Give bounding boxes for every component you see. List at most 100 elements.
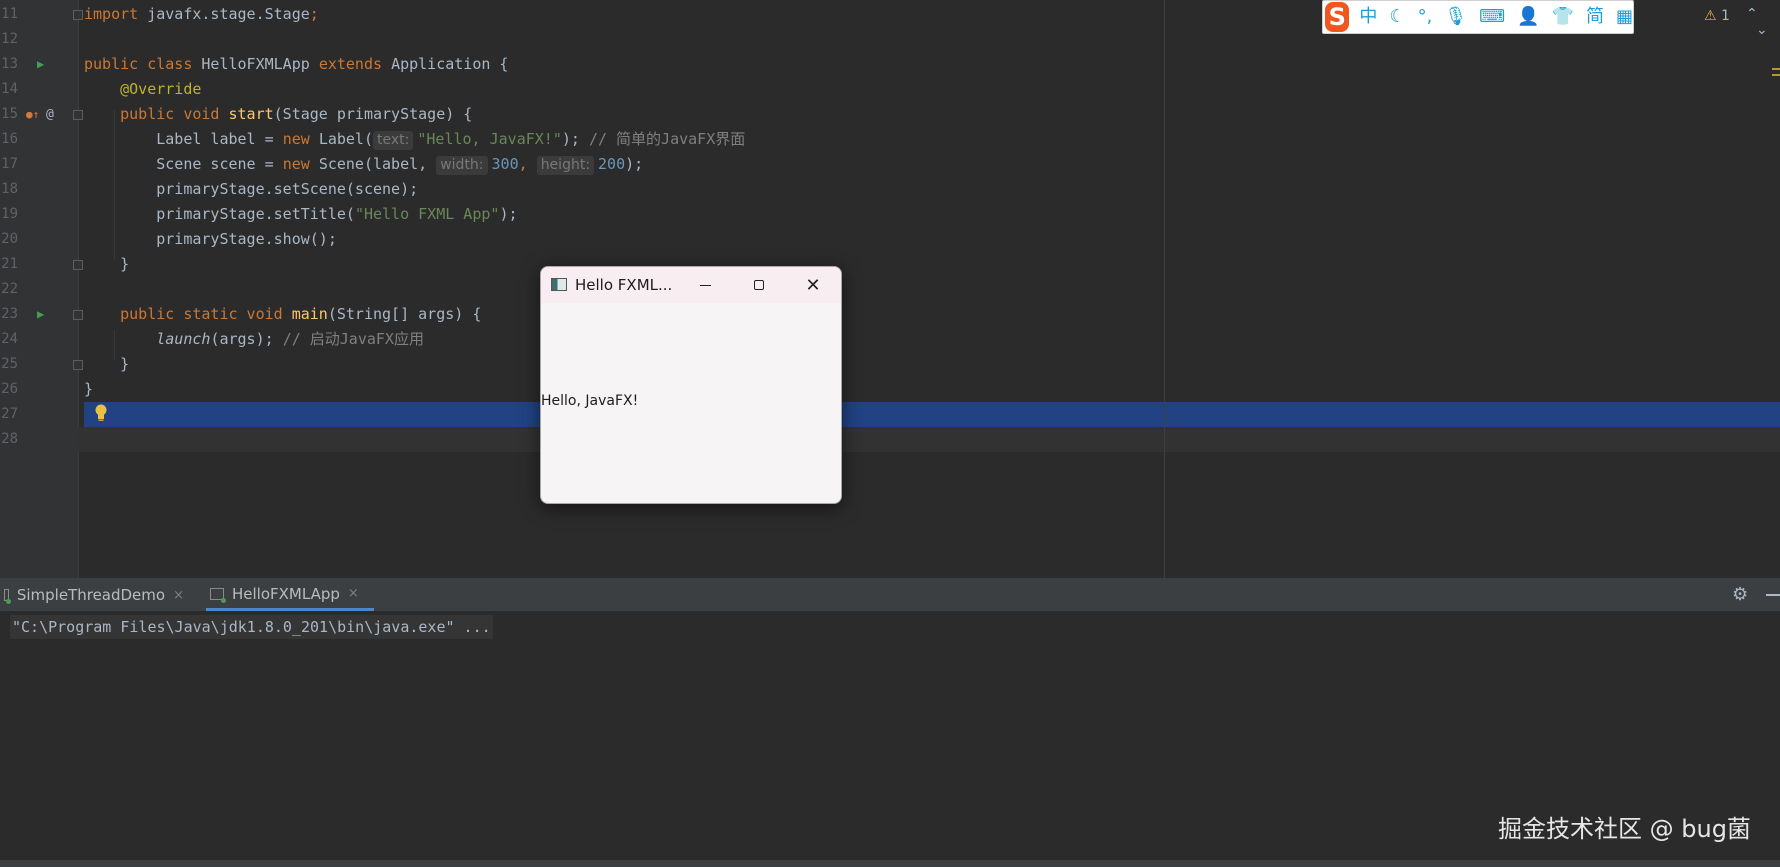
- code-text: public static void main(String[] args) {: [84, 302, 481, 327]
- code-line-row[interactable]: 15 ●↑ @ public void start(Stage primarySta…: [0, 102, 1780, 127]
- code-line-row[interactable]: 28: [0, 427, 1780, 452]
- code-token: start: [228, 105, 274, 123]
- user-icon[interactable]: 👤: [1517, 2, 1539, 32]
- window-titlebar[interactable]: Hello FXML... ✕: [541, 267, 841, 303]
- code-text: }: [84, 352, 129, 377]
- screen: 11 import javafx.stage.Stage; 12 13 ▶ public …: [0, 0, 1780, 867]
- code-line-row[interactable]: 14 @Override: [0, 77, 1780, 102]
- close-button[interactable]: ✕: [787, 269, 839, 301]
- previous-highlight-icon[interactable]: ⌃: [1746, 6, 1758, 22]
- code-token: ;: [309, 5, 319, 23]
- javafx-app-window[interactable]: Hello FXML... ✕ Hello, JavaFX!: [540, 266, 842, 504]
- code-text: Label label = new Label(text: "Hello, Jav…: [84, 127, 745, 152]
- code-token: import: [84, 5, 148, 23]
- code-editor[interactable]: 11 import javafx.stage.Stage; 12 13 ▶ public …: [0, 0, 1780, 578]
- code-line-row[interactable]: 18 primaryStage.setScene(scene);: [0, 177, 1780, 202]
- code-token: new: [282, 155, 319, 173]
- line-number: 11: [1, 6, 18, 22]
- run-gutter-icon[interactable]: ▶: [37, 52, 44, 77]
- chinese-mode-icon[interactable]: 中: [1359, 2, 1377, 32]
- microphone-icon[interactable]: 🎙: [1444, 2, 1467, 32]
- scrollbar-warning-mark[interactable]: [1772, 68, 1780, 70]
- code-line-row[interactable]: 22: [0, 277, 1780, 302]
- scrollbar-warning-mark[interactable]: [1772, 74, 1780, 76]
- code-line-row[interactable]: 13 ▶ public class HelloFXMLApp extends App…: [0, 52, 1780, 77]
- code-token: "Hello FXML App": [354, 205, 500, 223]
- code-line-row[interactable]: 26}: [0, 377, 1780, 402]
- code-line-row[interactable]: 27: [0, 402, 1780, 427]
- warning-indicator[interactable]: ⚠ 1: [1704, 8, 1730, 24]
- code-token: HelloFXMLApp: [201, 55, 319, 73]
- code-line-row[interactable]: 21 }: [0, 252, 1780, 277]
- fold-marker-icon[interactable]: [73, 360, 83, 370]
- code-token: 200: [598, 155, 626, 173]
- gear-icon[interactable]: ⚙: [1732, 584, 1748, 605]
- parameter-hint: text:: [373, 131, 414, 150]
- code-line-row[interactable]: 23 ▶ public static void main(String[] arg…: [0, 302, 1780, 327]
- code-line-row[interactable]: 20 primaryStage.show();: [0, 227, 1780, 252]
- maximize-button[interactable]: [733, 269, 785, 301]
- tab-hello-fxml-app[interactable]: HelloFXMLApp ×: [206, 579, 374, 611]
- code-token: Label label =: [84, 130, 283, 148]
- code-token: );: [561, 130, 589, 148]
- run-gutter-icon[interactable]: ▶: [37, 302, 44, 327]
- maximize-icon: [754, 280, 764, 290]
- close-tab-icon[interactable]: ×: [348, 586, 359, 601]
- highlight-navigation[interactable]: ⌃ ⌄: [1746, 6, 1780, 38]
- line-number: 20: [1, 231, 18, 247]
- code-token: }: [84, 255, 130, 273]
- code-token: );: [499, 205, 518, 223]
- code-text: }: [84, 377, 93, 402]
- close-tab-icon[interactable]: ×: [173, 588, 184, 603]
- sogou-logo-icon[interactable]: S: [1325, 2, 1350, 32]
- override-method-icon[interactable]: ●↑: [26, 102, 39, 127]
- line-number: 14: [1, 81, 18, 97]
- next-highlight-icon[interactable]: ⌄: [1756, 22, 1768, 38]
- tab-simple-thread-demo[interactable]: SimpleThreadDemo ×: [4, 579, 184, 611]
- line-number: 13: [1, 56, 18, 72]
- punctuation-icon[interactable]: °,: [1418, 2, 1433, 32]
- code-line-row[interactable]: 16 Label label = new Label(text: "Hello, …: [0, 127, 1780, 152]
- annotation-icon[interactable]: @: [46, 102, 54, 127]
- moon-icon[interactable]: ☾: [1389, 2, 1405, 32]
- line-number: 22: [1, 281, 18, 297]
- code-line-row[interactable]: 19 primaryStage.setTitle("Hello FXML App…: [0, 202, 1780, 227]
- code-token: public static void: [120, 305, 292, 323]
- keyboard-icon[interactable]: ⌨: [1479, 2, 1505, 32]
- code-token: primaryStage.setScene(scene);: [84, 180, 419, 198]
- hide-tool-window-icon[interactable]: [1766, 594, 1780, 596]
- line-number: 25: [1, 356, 18, 372]
- code-token: // 简单的JavaFX界面: [588, 130, 746, 148]
- grid-icon[interactable]: ▦: [1616, 2, 1633, 32]
- code-token: extends: [318, 55, 392, 73]
- console-output-line[interactable]: "C:\Program Files\Java\jdk1.8.0_201\bin\…: [10, 615, 493, 639]
- code-token: primaryStage.show();: [84, 230, 337, 248]
- code-line-row[interactable]: 25 }: [0, 352, 1780, 377]
- line-number: 27: [1, 406, 18, 422]
- minimize-button[interactable]: [679, 269, 731, 301]
- line-number: 24: [1, 331, 18, 347]
- fold-marker-icon[interactable]: [73, 110, 83, 120]
- minimize-icon: [699, 284, 711, 286]
- line-number: 23: [1, 306, 18, 322]
- ime-toolbar[interactable]: S 中 ☾ °, 🎙 ⌨ 👤 👕 简 ▦: [1322, 0, 1634, 34]
- skin-icon[interactable]: 👕: [1552, 2, 1574, 32]
- code-token: Scene(label,: [318, 155, 437, 173]
- fold-marker-icon[interactable]: [73, 260, 83, 270]
- fold-marker-icon[interactable]: [73, 10, 83, 20]
- code-line-row[interactable]: 17 Scene scene = new Scene(label, width:…: [0, 152, 1780, 177]
- fold-marker-icon[interactable]: [73, 310, 83, 320]
- code-line-row[interactable]: 24 launch(args); // 启动JavaFX应用: [0, 327, 1780, 352]
- code-text: Scene scene = new Scene(label, width: 300…: [84, 152, 652, 177]
- code-token: );: [625, 155, 653, 173]
- code-token: javafx.stage.Stage: [147, 5, 310, 23]
- simplified-icon[interactable]: 简: [1586, 2, 1604, 32]
- window-title: Hello FXML...: [575, 276, 673, 294]
- code-text: @Override: [84, 77, 201, 102]
- code-text: primaryStage.show();: [84, 227, 337, 252]
- console-icon: [4, 589, 11, 604]
- line-number: 16: [1, 131, 18, 147]
